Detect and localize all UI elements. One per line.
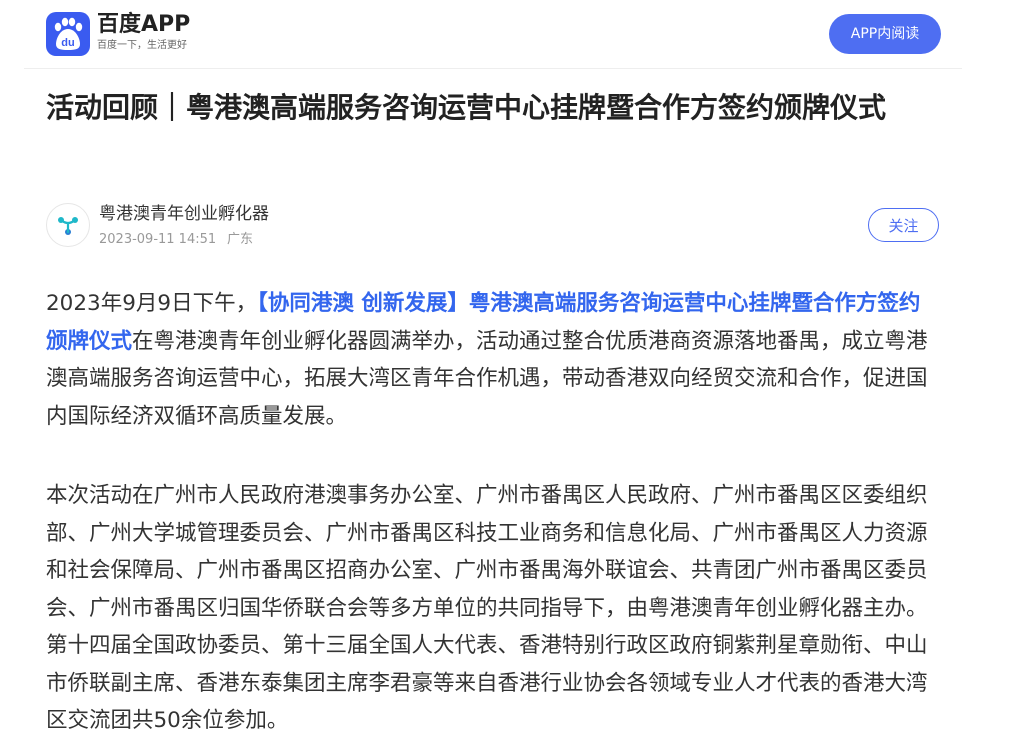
author-avatar[interactable] bbox=[46, 203, 90, 247]
publish-location: 广东 bbox=[227, 232, 254, 247]
svg-text:du: du bbox=[61, 37, 74, 49]
paragraph-text: 在粤港澳青年创业孵化器圆满举办，活动通过整合优质港商资源落地番禺，成立粤港澳高端… bbox=[46, 328, 928, 429]
author-name[interactable]: 粤港澳青年创业孵化器 bbox=[99, 203, 269, 225]
baidu-paw-icon[interactable]: du bbox=[46, 12, 90, 56]
app-name: 百度APP bbox=[97, 12, 191, 37]
incubator-logo-icon bbox=[58, 217, 78, 235]
open-in-app-button[interactable]: APP内阅读 bbox=[829, 14, 941, 54]
publish-date: 2023-09-11 14:51 bbox=[99, 232, 217, 247]
app-slogan: 百度一下，生活更好 bbox=[97, 40, 187, 51]
article-paragraph: 本次活动在广州市人民政府港澳事务办公室、广州市番禺区人民政府、广州市番禺区区委组… bbox=[46, 483, 928, 733]
article-title: 活动回顾｜粤港澳高端服务咨询运营中心挂牌暨合作方签约颁牌仪式 bbox=[46, 91, 887, 124]
paragraph-text: 2023年9月9日下午， bbox=[46, 291, 258, 316]
article-paragraph: 2023年9月9日下午，【协同港澳 创新发展】粤港澳高端服务咨询运营中心挂牌暨合… bbox=[46, 285, 941, 435]
top-header: du 百度APP 百度一下，生活更好 APP内阅读 bbox=[24, 0, 962, 69]
follow-button[interactable]: 关注 bbox=[868, 208, 939, 242]
